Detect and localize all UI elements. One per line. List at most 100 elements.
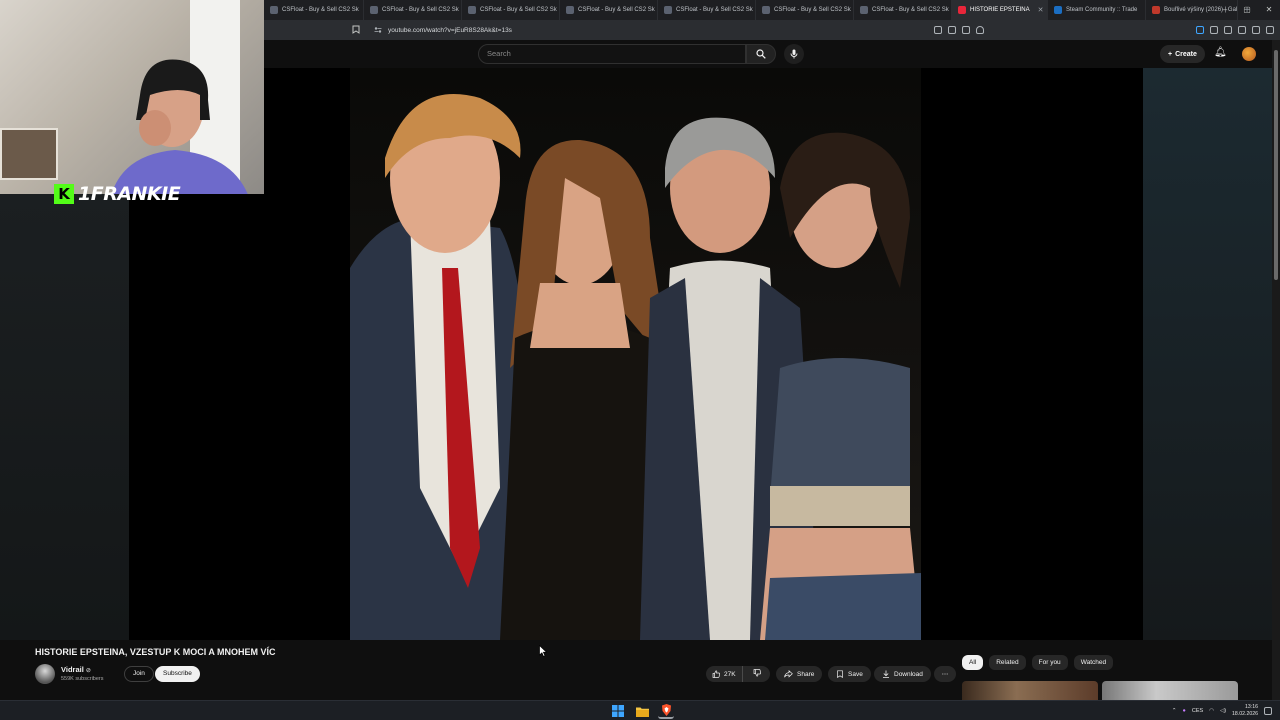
video-frame-photo bbox=[350, 68, 921, 640]
webcam-overlay bbox=[0, 0, 264, 194]
browser-tab-active[interactable]: HISTORIE EPSTEINA ✕ bbox=[952, 0, 1048, 20]
clock-time: 13:16 bbox=[1245, 704, 1258, 710]
close-window-button[interactable]: ✕ bbox=[1258, 0, 1280, 20]
tab-favicon-icon bbox=[762, 6, 770, 14]
join-button[interactable]: Join bbox=[124, 666, 154, 682]
create-label: Create bbox=[1175, 50, 1197, 58]
chevron-up-icon[interactable]: ⌃ bbox=[1172, 708, 1177, 714]
streamer-name-tag: K 1FRANKIE bbox=[54, 182, 181, 206]
tab-label: CSFloat - Buy & Sell CS2 Sk bbox=[282, 7, 359, 13]
browser-tab[interactable]: CSFloat - Buy & Sell CS2 Sk bbox=[462, 0, 560, 20]
browser-tab[interactable]: CSFloat - Buy & Sell CS2 Sk bbox=[560, 0, 658, 20]
chip-all[interactable]: All bbox=[962, 655, 984, 670]
system-tray: ⌃ ● CES ◠ ◁) 13:16 18.02.2026 bbox=[1172, 701, 1272, 720]
notifications-bell-icon[interactable]: 🔔︎ bbox=[1214, 47, 1227, 58]
browser-tab[interactable]: CSFloat - Buy & Sell CS2 Sk bbox=[658, 0, 756, 20]
tab-label: CSFloat - Buy & Sell CS2 Sk bbox=[578, 7, 655, 13]
tab-label: CSFloat - Buy & Sell CS2 Sk bbox=[774, 7, 851, 13]
channel-name[interactable]: Vidrail ⊘ bbox=[61, 665, 91, 674]
page-scrollbar[interactable] bbox=[1272, 40, 1280, 700]
channel-avatar[interactable] bbox=[35, 664, 55, 684]
site-info-icon[interactable] bbox=[374, 26, 382, 34]
tab-favicon-icon bbox=[1152, 6, 1160, 14]
microphone-tray-icon[interactable]: ● bbox=[1183, 708, 1186, 714]
tab-label: CSFloat - Buy & Sell CS2 Sk bbox=[872, 7, 949, 13]
streamer-figure bbox=[111, 59, 248, 194]
download-label: Download bbox=[894, 670, 923, 678]
url-text: youtube.com/watch?v=jEuR8S28Ak&t=13s bbox=[388, 26, 512, 34]
shield-icon[interactable] bbox=[976, 26, 984, 34]
clock-date: 18.02.2026 bbox=[1232, 711, 1258, 717]
bookmark-icon[interactable] bbox=[352, 25, 364, 36]
youtube-favicon-icon bbox=[958, 6, 966, 14]
subscriber-count: 559K subscribers bbox=[61, 676, 104, 682]
more-actions-button[interactable]: ⋯ bbox=[934, 666, 956, 682]
browser-tab[interactable]: CSFloat - Buy & Sell CS2 Sk bbox=[264, 0, 364, 20]
tab-favicon-icon bbox=[370, 6, 378, 14]
page-background-right bbox=[1143, 68, 1280, 640]
close-tab-icon[interactable]: ✕ bbox=[1038, 6, 1044, 14]
video-title: HISTORIE EPSTEINA, VZESTUP K MOCI A MNOH… bbox=[35, 647, 276, 657]
download-icon bbox=[883, 670, 889, 678]
tab-favicon-icon bbox=[860, 6, 868, 14]
verified-icon: ⊘ bbox=[85, 668, 91, 674]
sidebar-icon[interactable] bbox=[1224, 26, 1232, 34]
tab-favicon-icon bbox=[270, 6, 278, 14]
like-dislike-group: 27K bbox=[706, 666, 770, 682]
translate-icon[interactable] bbox=[934, 26, 942, 34]
youtube-masthead: Search + Create 🔔︎ bbox=[264, 40, 1280, 68]
subscribe-button[interactable]: Subscribe bbox=[155, 666, 200, 682]
search-button[interactable] bbox=[746, 44, 776, 64]
wifi-icon[interactable]: ◠ bbox=[1209, 708, 1214, 714]
playlist-icon[interactable] bbox=[1252, 26, 1260, 34]
taskbar-clock[interactable]: 13:16 18.02.2026 bbox=[1232, 704, 1258, 718]
tab-favicon-icon bbox=[664, 6, 672, 14]
browser-tab[interactable]: CSFloat - Buy & Sell CS2 Sk bbox=[364, 0, 462, 20]
related-filter-chips: All Related For you Watched bbox=[962, 655, 1114, 670]
volume-icon[interactable]: ◁) bbox=[1220, 708, 1226, 714]
like-button[interactable]: 27K bbox=[706, 666, 743, 682]
windows-start-icon[interactable] bbox=[610, 703, 626, 719]
recommended-video-thumbnail[interactable] bbox=[962, 681, 1098, 700]
save-label: Save bbox=[848, 670, 863, 678]
language-indicator[interactable]: CES bbox=[1192, 708, 1203, 714]
save-button[interactable]: Save bbox=[828, 666, 871, 682]
tab-label: CSFloat - Buy & Sell CS2 Sk bbox=[676, 7, 753, 13]
menu-icon[interactable] bbox=[1266, 26, 1274, 34]
wallet-icon[interactable] bbox=[1238, 26, 1246, 34]
browser-tab[interactable]: CSFloat - Buy & Sell CS2 Sk bbox=[854, 0, 952, 20]
chip-for-you[interactable]: For you bbox=[1031, 655, 1068, 670]
create-button[interactable]: + Create bbox=[1160, 45, 1205, 63]
dislike-button[interactable] bbox=[747, 669, 767, 679]
maximize-button[interactable]: ▢ bbox=[1236, 0, 1258, 20]
like-count: 27K bbox=[724, 670, 736, 678]
scrollbar-thumb[interactable] bbox=[1274, 50, 1278, 280]
extension-icon[interactable] bbox=[1196, 26, 1204, 34]
notifications-icon[interactable] bbox=[1264, 707, 1272, 715]
puzzle-icon[interactable] bbox=[1210, 26, 1218, 34]
tab-label: Steam Community :: Trade bbox=[1066, 7, 1138, 13]
browser-tab[interactable]: Steam Community :: Trade bbox=[1048, 0, 1146, 20]
download-button[interactable]: Download bbox=[874, 666, 931, 682]
microphone-icon bbox=[790, 49, 798, 59]
minimize-button[interactable]: – bbox=[1214, 0, 1236, 20]
voice-search-button[interactable] bbox=[784, 44, 804, 64]
tab-label: CSFloat - Buy & Sell CS2 Sk bbox=[480, 7, 557, 13]
chip-related[interactable]: Related bbox=[989, 655, 1026, 670]
url-field[interactable]: youtube.com/watch?v=jEuR8S28Ak&t=13s bbox=[374, 26, 512, 34]
search-input[interactable]: Search bbox=[478, 44, 746, 64]
cast-icon[interactable] bbox=[948, 26, 956, 34]
account-avatar[interactable] bbox=[1242, 47, 1256, 61]
file-explorer-icon[interactable] bbox=[634, 703, 650, 719]
taskbar-apps bbox=[610, 703, 674, 719]
thumbs-up-icon bbox=[712, 670, 720, 678]
brave-browser-icon[interactable] bbox=[658, 703, 674, 719]
recommended-video-thumbnail[interactable] bbox=[1102, 681, 1238, 700]
chip-watched[interactable]: Watched bbox=[1073, 655, 1114, 670]
share-label: Share bbox=[797, 670, 815, 678]
share-button[interactable]: Share bbox=[776, 666, 823, 682]
share-page-icon[interactable] bbox=[962, 26, 970, 34]
browser-tab[interactable]: CSFloat - Buy & Sell CS2 Sk bbox=[756, 0, 854, 20]
search-icon bbox=[756, 49, 766, 59]
window-controls: – ▢ ✕ bbox=[1214, 0, 1280, 20]
